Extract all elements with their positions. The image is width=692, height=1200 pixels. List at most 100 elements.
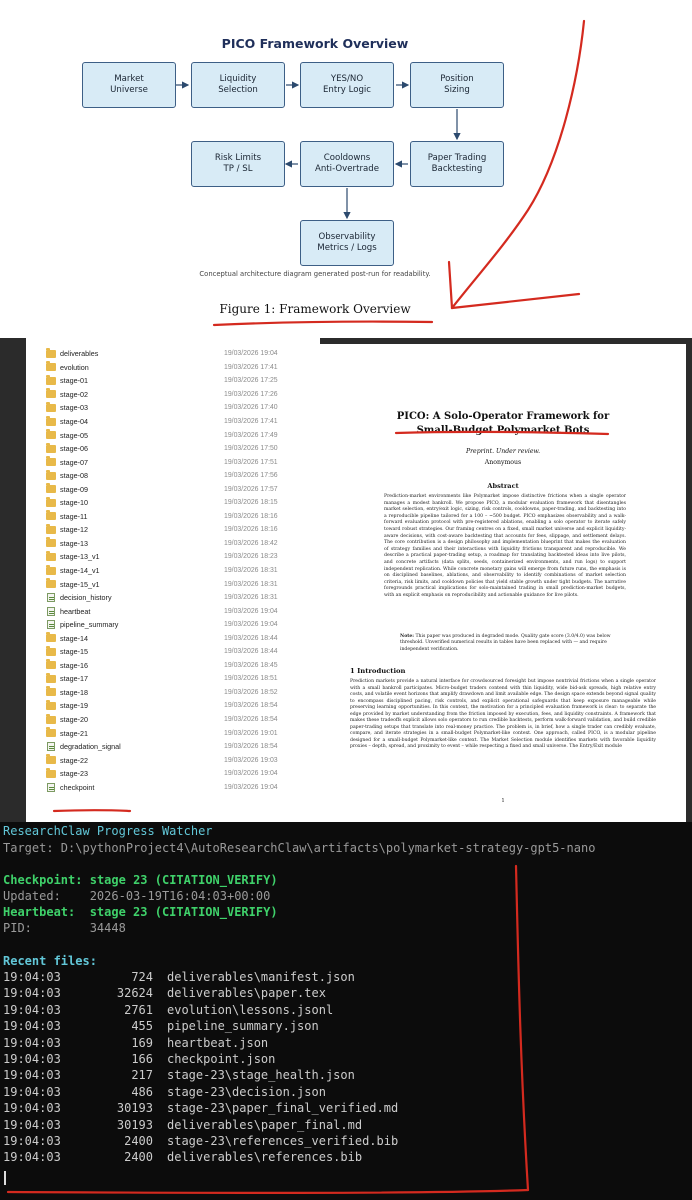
box-liquidity-selection: Liquidity Selection: [191, 62, 285, 108]
folder-icon: [46, 523, 56, 534]
folder-icon: [46, 537, 56, 548]
pid-value: 34448: [89, 921, 126, 935]
updated-line: Updated: 2026-03-19T16:04:03+00:00: [3, 888, 270, 904]
abstract-heading: Abstract: [487, 482, 519, 490]
file-row[interactable]: deliverables 19/03/2026 19:04: [46, 347, 318, 361]
file-row[interactable]: stage-10 19/03/2026 18:15: [46, 496, 318, 510]
file-icon: [47, 606, 55, 616]
file-name: stage-05: [60, 430, 88, 440]
heartbeat-label: Heartbeat:: [3, 905, 76, 919]
file-name: stage-23: [60, 769, 88, 779]
file-row[interactable]: stage-13_v1 19/03/2026 18:23: [46, 550, 318, 564]
file-row[interactable]: stage-14 19/03/2026 18:44: [46, 631, 318, 645]
file-row[interactable]: degradation_signal 19/03/2026 18:54: [46, 740, 318, 754]
file-icon: [47, 782, 55, 792]
folder-icon: [46, 388, 56, 399]
file-date: 19/03/2026 18:15: [224, 499, 278, 507]
file-date: 19/03/2026 17:41: [224, 418, 278, 425]
file-name: stage-03: [60, 403, 88, 413]
recent-file-row: 19:04:03 2400 stage-23\references_verified…: [3, 1133, 398, 1149]
degraded-mode-note: Note: This paper was produced in degrade…: [400, 634, 614, 653]
recent-file-row: 19:04:03 2761 evolution\lessons.jsonl: [3, 1002, 333, 1018]
file-row[interactable]: checkpoint 19/03/2026 19:04: [46, 781, 318, 795]
file-date: 19/03/2026 18:23: [224, 553, 278, 561]
file-row[interactable]: decision_history 19/03/2026 18:31: [46, 591, 318, 605]
file-row[interactable]: pipeline_summary 19/03/2026 19:04: [46, 618, 318, 632]
recent-file-path: deliverables\paper.tex: [167, 986, 326, 1001]
file-name: stage-14_v1: [60, 566, 100, 576]
recent-file-time: 19:04:03: [3, 1101, 61, 1116]
recent-file-row: 19:04:03 2400 deliverables\references.bib: [3, 1149, 362, 1165]
recent-file-size: 169: [131, 1035, 153, 1050]
file-row[interactable]: stage-12 19/03/2026 18:16: [46, 523, 318, 537]
recent-file-time: 19:04:03: [3, 1117, 61, 1132]
recent-file-time: 19:04:03: [3, 1035, 61, 1050]
recent-file-path: deliverables\references.bib: [167, 1150, 363, 1165]
file-row[interactable]: stage-01 19/03/2026 17:25: [46, 374, 318, 388]
file-date: 19/03/2026 19:04: [224, 621, 278, 629]
file-date: 19/03/2026 18:16: [224, 526, 278, 534]
file-row[interactable]: stage-17 19/03/2026 18:51: [46, 672, 318, 686]
file-date: 19/03/2026 18:52: [224, 688, 278, 696]
file-row[interactable]: stage-13 19/03/2026 18:42: [46, 537, 318, 551]
file-row[interactable]: stage-09 19/03/2026 17:57: [46, 482, 318, 496]
terminal-window[interactable]: ResearchClaw Progress Watcher Target: D:…: [0, 822, 692, 1200]
file-row[interactable]: stage-16 19/03/2026 18:45: [46, 659, 318, 673]
file-row[interactable]: stage-06 19/03/2026 17:50: [46, 442, 318, 456]
file-row[interactable]: stage-08 19/03/2026 17:56: [46, 469, 318, 483]
file-row[interactable]: stage-22 19/03/2026 19:03: [46, 753, 318, 767]
file-date: 19/03/2026 17:26: [224, 390, 278, 398]
recent-file-size: 30193: [116, 1101, 153, 1116]
file-row[interactable]: stage-15 19/03/2026 18:44: [46, 645, 318, 659]
file-date: 19/03/2026 18:44: [224, 648, 278, 656]
file-row[interactable]: stage-23 19/03/2026 19:04: [46, 767, 318, 781]
pid-line: PID: 34448: [3, 920, 126, 936]
folder-icon: [46, 361, 56, 372]
file-row[interactable]: heartbeat 19/03/2026 19:04: [46, 604, 318, 618]
file-row[interactable]: stage-18 19/03/2026 18:52: [46, 686, 318, 700]
file-name: stage-01: [60, 376, 88, 386]
file-name: heartbeat: [60, 606, 91, 616]
recent-file-path: pipeline_summary.json: [167, 1019, 319, 1034]
file-row[interactable]: stage-21 19/03/2026 19:01: [46, 726, 318, 740]
file-icon: [47, 593, 55, 603]
recent-file-size: 2400: [124, 1134, 153, 1148]
file-name: deliverables: [60, 349, 99, 359]
file-row[interactable]: stage-11 19/03/2026 18:16: [46, 510, 318, 524]
file-row[interactable]: stage-19 19/03/2026 18:54: [46, 699, 318, 713]
file-date: 19/03/2026 17:51: [224, 458, 278, 466]
file-row[interactable]: stage-07 19/03/2026 17:51: [46, 455, 318, 469]
checkpoint-line: Checkpoint: stage 23 (CITATION_VERIFY): [3, 872, 278, 888]
file-row[interactable]: stage-14_v1 19/03/2026 18:31: [46, 564, 318, 578]
recent-file-time: 19:04:03: [3, 970, 61, 984]
file-row[interactable]: stage-02 19/03/2026 17:26: [46, 388, 318, 402]
file-name: decision_history: [60, 593, 112, 603]
file-name: stage-13: [60, 538, 88, 548]
file-name: stage-15: [60, 647, 88, 657]
diagram-caption: Conceptual architecture diagram generate…: [199, 270, 431, 278]
file-name: degradation_signal: [60, 742, 121, 752]
file-row[interactable]: stage-03 19/03/2026 17:40: [46, 401, 318, 415]
paper-preprint-label: Preprint. Under review.: [465, 448, 541, 455]
file-date: 19/03/2026 17:57: [224, 485, 278, 493]
file-date: 19/03/2026 18:31: [224, 567, 278, 575]
recent-file-row: 19:04:03 455 pipeline_summary.json: [3, 1018, 319, 1034]
folder-icon: [46, 632, 56, 643]
file-row[interactable]: evolution 19/03/2026 17:41: [46, 361, 318, 375]
folder-icon: [46, 442, 56, 453]
file-name: stage-19: [60, 701, 88, 711]
box-position-sizing: Position Sizing: [410, 62, 504, 108]
target-path: Target: D:\pythonProject4\AutoResearchCl…: [3, 841, 596, 855]
recent-file-time: 19:04:03: [3, 1150, 61, 1165]
recent-file-size: 32624: [116, 986, 153, 1001]
file-row[interactable]: stage-15_v1 19/03/2026 18:31: [46, 577, 318, 591]
file-date: 19/03/2026 19:04: [224, 783, 278, 791]
file-date: 19/03/2026 18:54: [224, 702, 278, 710]
file-name: stage-18: [60, 687, 88, 697]
file-row[interactable]: stage-20 19/03/2026 18:54: [46, 713, 318, 727]
file-row[interactable]: stage-05 19/03/2026 17:49: [46, 428, 318, 442]
file-row[interactable]: stage-04 19/03/2026 17:41: [46, 415, 318, 429]
recent-file-size: 2761: [124, 1002, 153, 1017]
recent-file-time: 19:04:03: [3, 1052, 61, 1066]
file-date: 19/03/2026 17:49: [224, 431, 278, 439]
